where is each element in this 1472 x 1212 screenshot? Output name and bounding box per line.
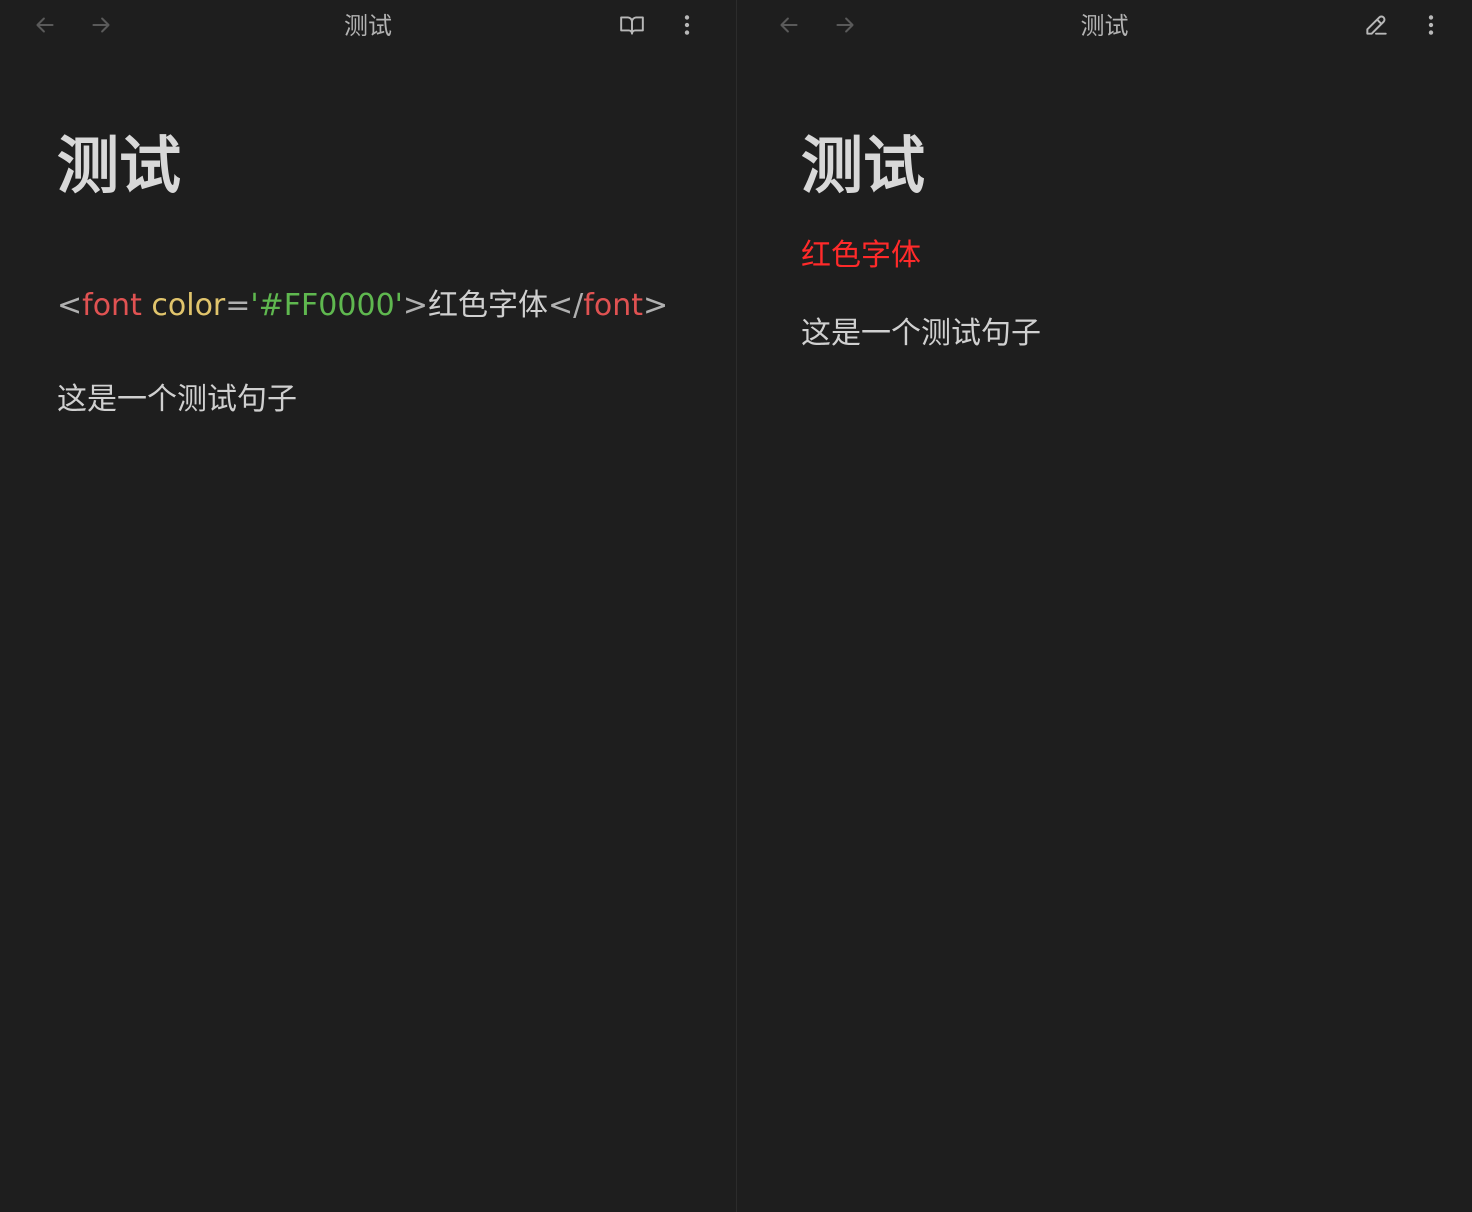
end-tag-name: font bbox=[583, 288, 643, 323]
attr-value: '#FF0000' bbox=[250, 288, 403, 323]
back-button[interactable] bbox=[30, 10, 60, 40]
tag-name: font bbox=[82, 288, 142, 323]
html-source-line: <font color='#FF0000'>红色字体</font> bbox=[57, 286, 696, 326]
reading-view-button[interactable] bbox=[617, 10, 647, 40]
back-button[interactable] bbox=[774, 10, 804, 40]
pane-header: 测试 bbox=[737, 0, 1472, 52]
editor-pane-preview: 测试 测试 红色字体 这是一个测试句子 bbox=[737, 0, 1472, 1212]
editor-pane-source: 测试 测试 <font color='#FF0000'>红色字体</font> … bbox=[0, 0, 737, 1212]
attr-equals: = bbox=[225, 288, 251, 323]
arrow-left-icon bbox=[36, 17, 54, 33]
note-heading: 测试 bbox=[801, 129, 926, 202]
book-open-icon bbox=[620, 16, 644, 35]
split-view: 测试 测试 <font color='#FF0000'>红色字体</font> … bbox=[0, 0, 1472, 1212]
attr-name: color bbox=[151, 288, 226, 323]
paragraph: 这是一个测试句子 bbox=[57, 382, 297, 417]
arrow-right-icon bbox=[836, 17, 854, 33]
end-open-bracket: </ bbox=[548, 288, 584, 323]
paragraph: 这是一个测试句子 bbox=[801, 316, 1041, 351]
inner-text: 红色字体 bbox=[428, 288, 549, 323]
pane-header: 测试 bbox=[0, 0, 736, 52]
forward-button[interactable] bbox=[830, 10, 860, 40]
preview-content: 测试 红色字体 这是一个测试句子 bbox=[801, 128, 1432, 354]
arrow-right-icon bbox=[92, 17, 110, 33]
more-options-button[interactable] bbox=[1416, 10, 1446, 40]
open-bracket: < bbox=[57, 288, 83, 323]
pencil-icon bbox=[1366, 15, 1387, 35]
editor-content[interactable]: 测试 <font color='#FF0000'>红色字体</font> 这是一… bbox=[57, 128, 696, 420]
more-vertical-icon bbox=[684, 15, 690, 35]
edit-mode-button[interactable] bbox=[1361, 10, 1391, 40]
close-bracket: > bbox=[402, 288, 429, 323]
note-heading: 测试 bbox=[57, 129, 182, 202]
red-font-text: 红色字体 bbox=[801, 238, 921, 273]
forward-button[interactable] bbox=[86, 10, 116, 40]
end-close-bracket: > bbox=[643, 288, 669, 323]
more-options-button[interactable] bbox=[672, 10, 702, 40]
arrow-left-icon bbox=[780, 17, 798, 33]
more-vertical-icon bbox=[1428, 15, 1434, 35]
